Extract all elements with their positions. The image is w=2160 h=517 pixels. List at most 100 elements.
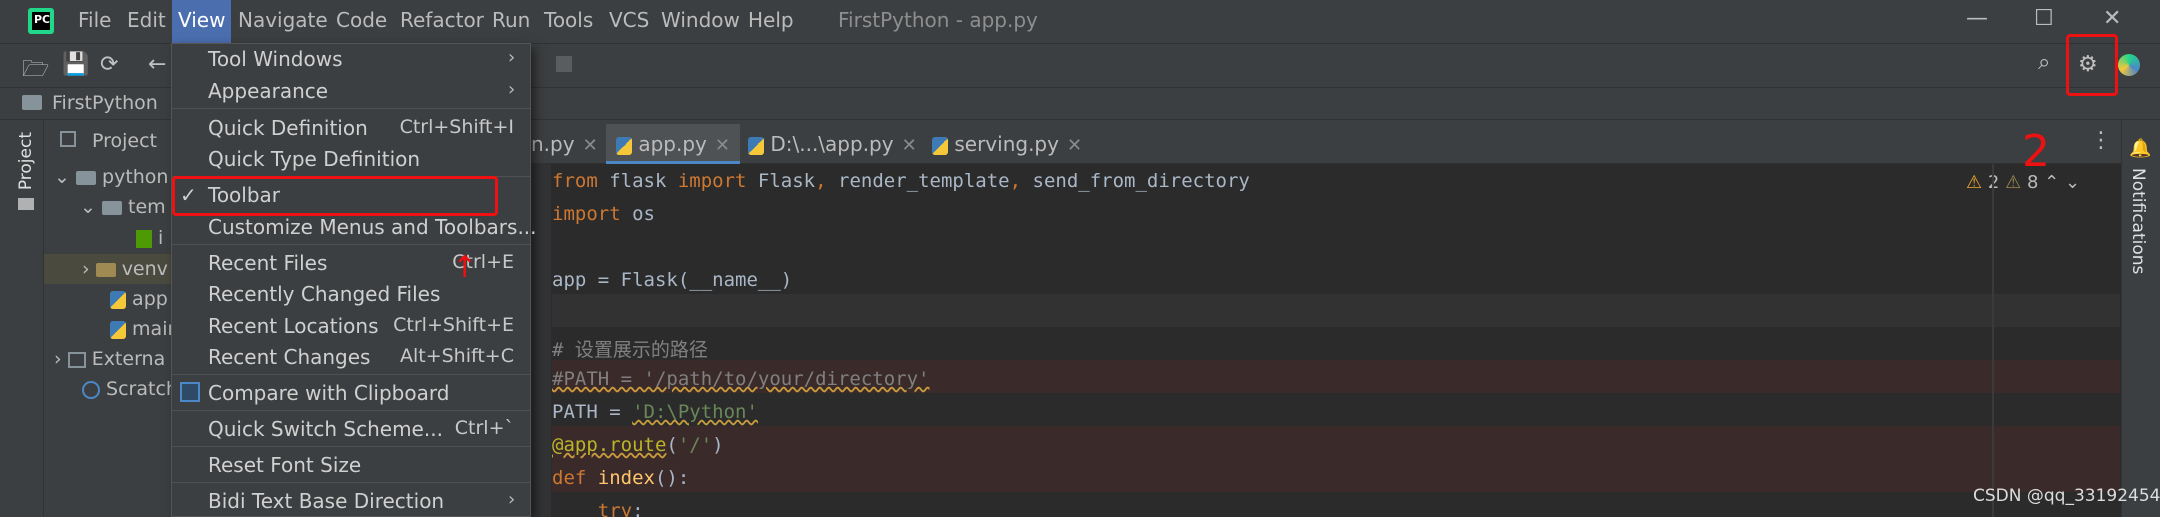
tab-app-py[interactable]: app.py ✕ <box>606 124 740 164</box>
library-icon <box>67 351 86 368</box>
menu-item-recent-changes[interactable]: Recent Changes <box>208 345 370 369</box>
search-icon[interactable]: ⌕ <box>2038 50 2050 75</box>
menu-edit[interactable]: Edit <box>127 8 166 32</box>
menu-item-compare-with-clipboard[interactable]: Compare with Clipboard <box>208 381 449 405</box>
stop-icon[interactable] <box>556 56 572 72</box>
menu-vcs[interactable]: VCS <box>609 8 649 32</box>
tree-item-external-libraries[interactable]: › Externa <box>54 348 165 370</box>
compare-clipboard-icon <box>180 382 200 402</box>
project-tool-tab[interactable]: Project <box>16 132 36 190</box>
python-file-icon <box>616 136 632 155</box>
menu-separator <box>172 244 530 245</box>
menu-item-tool-windows[interactable]: Tool Windows <box>208 47 342 71</box>
shortcut-quick-switch-scheme: Ctrl+` <box>454 417 514 439</box>
tree-item-app-py[interactable]: app <box>110 288 168 310</box>
project-folder-icon <box>22 95 42 110</box>
tree-item-python[interactable]: ⌄ python <box>54 166 168 188</box>
menu-separator <box>172 446 530 447</box>
menu-item-appearance[interactable]: Appearance <box>208 79 328 103</box>
tab-serving-py[interactable]: serving.py ✕ <box>932 124 1082 164</box>
maximize-icon[interactable]: ☐ <box>2034 6 2054 31</box>
window-title: FirstPython - app.py <box>838 8 1038 32</box>
open-folder-icon[interactable]: 🗁 <box>22 52 49 90</box>
minimize-icon[interactable]: — <box>1966 6 1988 31</box>
navbar-project[interactable]: FirstPython <box>52 92 158 114</box>
tree-item-index-html[interactable]: i <box>136 227 163 249</box>
menu-run[interactable]: Run <box>492 8 530 32</box>
highlight-line <box>552 459 2120 492</box>
python-file-icon <box>932 136 948 155</box>
menu-item-customize-menus[interactable]: Customize Menus and Toolbars... <box>208 215 537 239</box>
annotation-box-toolbar <box>172 176 498 216</box>
annotation-arrow: ↑ <box>452 250 478 285</box>
tree-item-templates[interactable]: ⌄ tem <box>80 196 166 218</box>
menu-code[interactable]: Code <box>336 8 387 32</box>
notifications-tool-tab[interactable]: Notifications <box>2128 168 2148 274</box>
menu-refactor[interactable]: Refactor <box>400 8 484 32</box>
sync-icon[interactable]: ⟳ <box>100 52 118 77</box>
project-header[interactable]: Project <box>92 130 157 152</box>
weak-warning-icon: ⚠ <box>2005 172 2022 193</box>
menu-navigate[interactable]: Navigate <box>238 8 328 32</box>
tab-menu-icon[interactable]: ⋮ <box>2090 128 2112 153</box>
menu-item-quick-switch-scheme[interactable]: Quick Switch Scheme... <box>208 417 443 441</box>
pycharm-logo-icon: PC <box>28 8 54 34</box>
code-line-11: try: <box>597 500 644 517</box>
annotation-number: 2 <box>2022 126 2050 177</box>
shortcut-quick-definition: Ctrl+Shift+I <box>399 116 514 138</box>
python-file-icon <box>110 320 126 339</box>
menu-separator <box>172 374 530 375</box>
tab-close-icon[interactable]: ✕ <box>902 135 917 156</box>
code-line-10: def index(): <box>552 467 690 489</box>
menu-separator <box>172 482 530 483</box>
submenu-arrow-icon: › <box>508 79 516 100</box>
menu-help[interactable]: Help <box>748 8 794 32</box>
close-icon[interactable]: ✕ <box>2103 6 2121 31</box>
python-file-icon <box>110 290 126 309</box>
next-highlight-icon[interactable]: ⌄ <box>2065 172 2080 193</box>
tree-item-main-py[interactable]: main <box>110 318 180 340</box>
menu-separator <box>172 410 530 411</box>
menu-window[interactable]: Window <box>661 8 740 32</box>
menu-item-quick-type-definition[interactable]: Quick Type Definition <box>208 147 420 171</box>
menu-item-recent-files[interactable]: Recent Files <box>208 251 327 275</box>
tab-main-py[interactable]: n.py ✕ <box>531 124 598 164</box>
code-line-1: from flask import Flask, render_template… <box>552 170 1250 192</box>
project-tab-icon <box>18 198 34 210</box>
menu-separator <box>172 108 530 109</box>
notifications-bell-icon[interactable]: 🔔 <box>2129 138 2151 159</box>
back-icon[interactable]: ← <box>148 52 166 77</box>
python-file-icon <box>748 136 764 155</box>
html-file-icon <box>136 229 152 248</box>
tab-close-icon[interactable]: ✕ <box>715 135 730 156</box>
highlight-line <box>552 426 2120 459</box>
code-line-8: PATH = 'D:\Python' <box>552 401 758 423</box>
watermark: CSDN @qq_33192454 <box>1973 486 2160 506</box>
code-line-7: #PATH = '/path/to/your/directory' <box>552 368 930 390</box>
folder-icon <box>75 170 96 185</box>
ai-assistant-icon[interactable] <box>2118 54 2140 76</box>
menu-item-reset-font-size[interactable]: Reset Font Size <box>208 453 361 477</box>
menu-item-bidi-text-direction[interactable]: Bidi Text Base Direction <box>208 489 444 513</box>
submenu-arrow-icon: › <box>508 47 516 68</box>
menu-view[interactable]: View <box>172 0 232 43</box>
tab-close-icon[interactable]: ✕ <box>1067 135 1082 156</box>
menu-item-recently-changed-files[interactable]: Recently Changed Files <box>208 282 440 306</box>
right-margin-guide <box>1992 164 1994 517</box>
tab-d-app-py[interactable]: D:\...\app.py ✕ <box>748 124 917 164</box>
menu-item-recent-locations[interactable]: Recent Locations <box>208 314 379 338</box>
project-view-icon <box>60 131 76 147</box>
menu-item-quick-definition[interactable]: Quick Definition <box>208 116 368 140</box>
tree-item-venv[interactable]: › venv <box>82 258 168 280</box>
tab-close-icon[interactable]: ✕ <box>583 135 598 156</box>
submenu-arrow-icon: › <box>508 489 516 510</box>
tree-item-scratches[interactable]: Scratch <box>82 378 178 400</box>
annotation-box-settings <box>2066 34 2118 96</box>
menu-tools[interactable]: Tools <box>544 8 593 32</box>
code-line-9: @app.route('/') <box>552 434 724 456</box>
code-line-4: app = Flask(__name__) <box>552 269 793 291</box>
menu-file[interactable]: File <box>78 8 111 32</box>
save-icon[interactable]: 💾 <box>62 52 89 77</box>
shortcut-recent-locations: Ctrl+Shift+E <box>393 314 514 336</box>
code-line-2: import os <box>552 203 655 225</box>
